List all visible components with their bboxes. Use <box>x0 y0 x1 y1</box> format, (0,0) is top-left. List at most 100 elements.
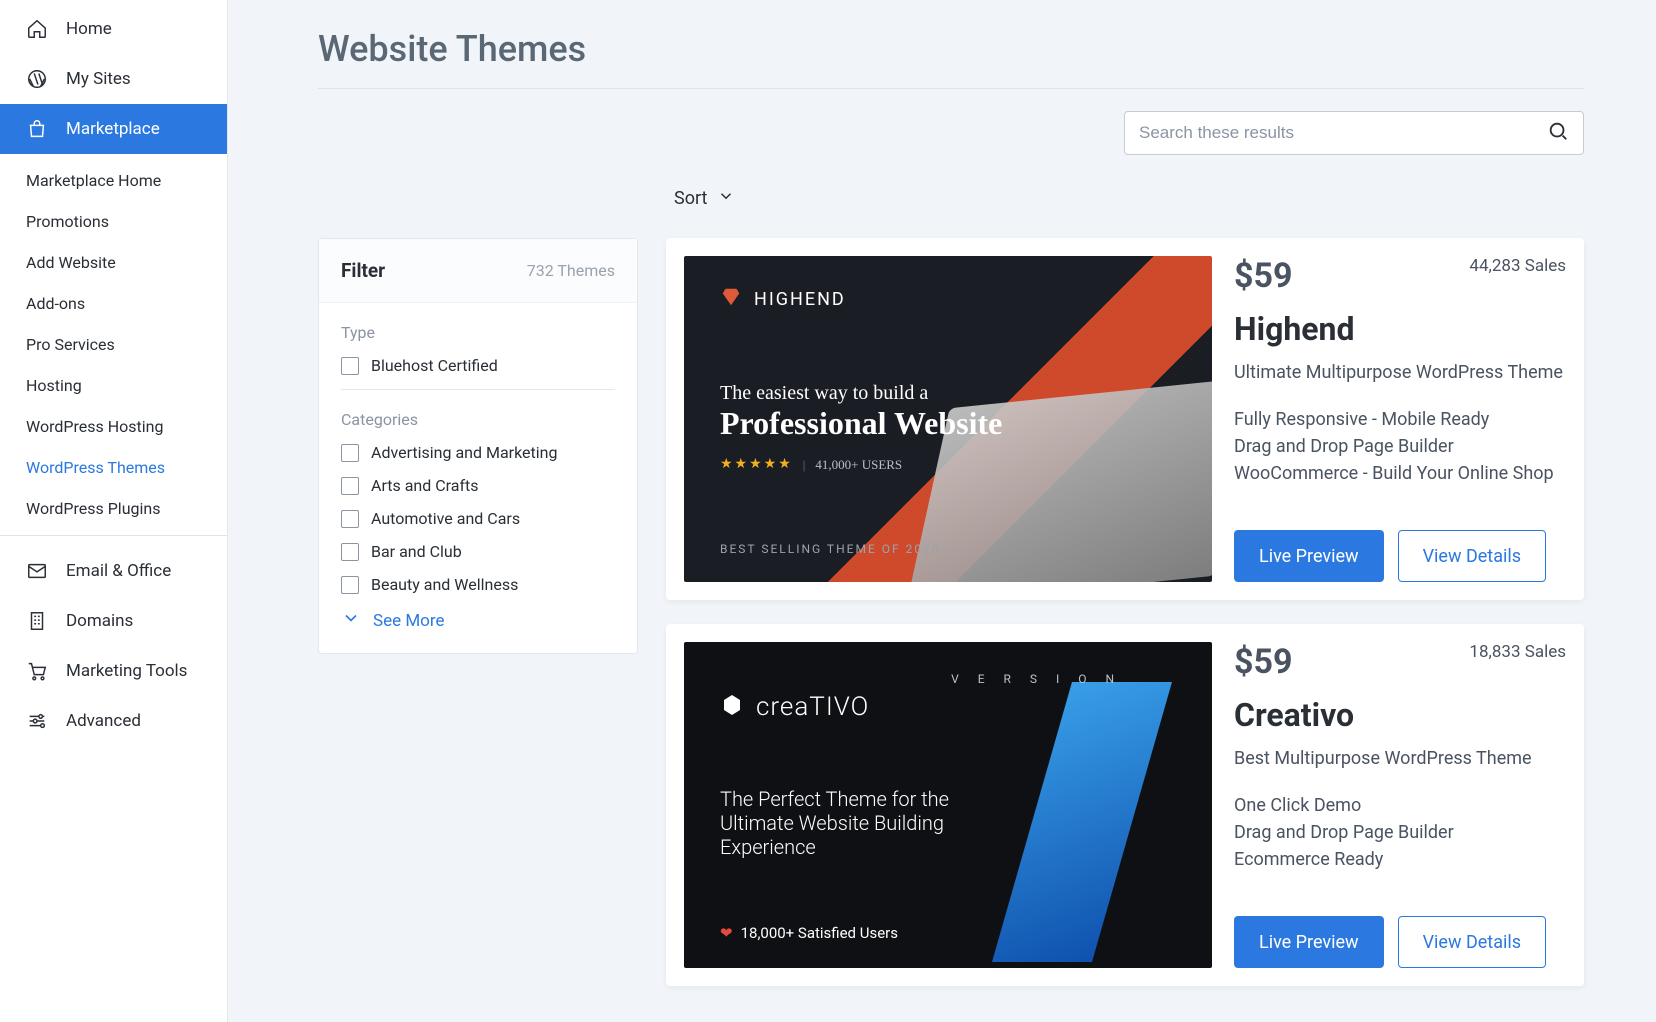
live-preview-button[interactable]: Live Preview <box>1234 916 1384 968</box>
gem-icon <box>720 286 742 313</box>
filter-count: 732 Themes <box>527 261 615 280</box>
filter-cat-advertising[interactable]: Advertising and Marketing <box>341 443 615 462</box>
thumb-sub: Experience <box>720 835 980 859</box>
filter-panel: Filter 732 Themes Type Bluehost Certifie… <box>318 238 638 654</box>
checkbox-icon <box>341 576 359 594</box>
sort-label: Sort <box>674 188 707 209</box>
sidebar-item-label: Home <box>66 19 112 39</box>
thumb-brand: creaTIVO <box>720 692 1182 722</box>
filter-option-label: Bluehost Certified <box>371 356 498 375</box>
feature-item: One Click Demo <box>1234 795 1566 816</box>
thumb-users-text: 18,000+ Satisfied Users <box>741 924 898 942</box>
feature-item: WooCommerce - Build Your Online Shop <box>1234 463 1566 484</box>
sliders-icon <box>26 710 48 732</box>
sidebar-item-label: My Sites <box>66 69 131 89</box>
view-details-button[interactable]: View Details <box>1398 916 1546 968</box>
checkbox-icon <box>341 444 359 462</box>
divider <box>0 535 227 536</box>
theme-sales: 44,283 Sales <box>1469 256 1566 276</box>
see-more-categories[interactable]: See More <box>341 608 615 633</box>
subnav-pro-services[interactable]: Pro Services <box>0 324 227 365</box>
theme-info: $59 44,283 Sales Highend Ultimate Multip… <box>1234 256 1566 582</box>
filter-option-label: Arts and Crafts <box>371 476 479 495</box>
filter-type-heading: Type <box>341 323 615 342</box>
marketplace-subnav: Marketplace Home Promotions Add Website … <box>0 154 227 546</box>
theme-tagline: Ultimate Multipurpose WordPress Theme <box>1234 362 1566 383</box>
sidebar-item-marketing[interactable]: Marketing Tools <box>0 646 227 696</box>
filter-header: Filter 732 Themes <box>319 239 637 303</box>
sidebar-item-advanced[interactable]: Advanced <box>0 696 227 746</box>
feature-item: Ecommerce Ready <box>1234 849 1566 870</box>
view-details-button[interactable]: View Details <box>1398 530 1546 582</box>
divider <box>341 389 615 390</box>
theme-price: $59 <box>1234 642 1293 682</box>
building-icon <box>26 610 48 632</box>
subnav-hosting[interactable]: Hosting <box>0 365 227 406</box>
filter-title: Filter <box>341 259 385 282</box>
chevron-down-icon <box>341 608 361 633</box>
thumb-headline: The Perfect Theme for the Ultimate Websi… <box>720 787 980 859</box>
filter-cat-automotive[interactable]: Automotive and Cars <box>341 509 615 528</box>
wordpress-icon <box>26 68 48 90</box>
thumb-sub: The easiest way to build a <box>720 382 1182 405</box>
feature-item: Fully Responsive - Mobile Ready <box>1234 409 1566 430</box>
home-icon <box>26 18 48 40</box>
search-box[interactable] <box>1124 111 1584 155</box>
filter-type-bluehost-certified[interactable]: Bluehost Certified <box>341 356 615 375</box>
subnav-wordpress-plugins[interactable]: WordPress Plugins <box>0 488 227 529</box>
subnav-wordpress-themes[interactable]: WordPress Themes <box>0 447 227 488</box>
cart-icon <box>26 660 48 682</box>
theme-name: Highend <box>1234 310 1566 348</box>
subnav-wordpress-hosting[interactable]: WordPress Hosting <box>0 406 227 447</box>
sidebar-item-my-sites[interactable]: My Sites <box>0 54 227 104</box>
bag-icon <box>26 118 48 140</box>
filter-cat-beauty[interactable]: Beauty and Wellness <box>341 575 615 594</box>
sidebar-item-marketplace[interactable]: Marketplace <box>0 104 227 154</box>
heart-icon: ❤ <box>720 924 733 942</box>
search-input[interactable] <box>1139 123 1547 143</box>
sidebar-item-domains[interactable]: Domains <box>0 596 227 646</box>
thumb-big: Professional Website <box>720 405 1182 442</box>
live-preview-button[interactable]: Live Preview <box>1234 530 1384 582</box>
feature-item: Drag and Drop Page Builder <box>1234 822 1566 843</box>
theme-price: $59 <box>1234 256 1293 296</box>
thumb-users: ❤ 18,000+ Satisfied Users <box>720 924 1182 942</box>
subnav-promotions[interactable]: Promotions <box>0 201 227 242</box>
theme-thumbnail[interactable]: V E R S I O N creaTIVO The Perfect Theme… <box>684 642 1212 968</box>
stars-icon: ★★★★★ <box>720 456 793 473</box>
filter-categories-heading: Categories <box>341 410 615 429</box>
sidebar: Home My Sites Marketplace Marketplace Ho… <box>0 0 228 1022</box>
search-icon[interactable] <box>1547 120 1569 146</box>
subnav-add-ons[interactable]: Add-ons <box>0 283 227 324</box>
sidebar-item-label: Domains <box>66 611 133 631</box>
theme-name: Creativo <box>1234 696 1566 734</box>
page-title: Website Themes <box>318 28 1584 89</box>
filter-cat-arts[interactable]: Arts and Crafts <box>341 476 615 495</box>
main-content: Website Themes Sort Filter 732 Themes Ty… <box>228 0 1656 1022</box>
thumb-users: 41,000+ USERS <box>815 457 902 473</box>
theme-card-creativo: V E R S I O N creaTIVO The Perfect Theme… <box>666 624 1584 986</box>
subnav-add-website[interactable]: Add Website <box>0 242 227 283</box>
theme-features: Fully Responsive - Mobile Ready Drag and… <box>1234 409 1566 490</box>
theme-info: $59 18,833 Sales Creativo Best Multipurp… <box>1234 642 1566 968</box>
search-row <box>318 111 1584 155</box>
filter-cat-bar[interactable]: Bar and Club <box>341 542 615 561</box>
checkbox-icon <box>341 477 359 495</box>
theme-thumbnail[interactable]: HIGHEND The easiest way to build a Profe… <box>684 256 1212 582</box>
thumb-sub: Ultimate Website Building <box>720 811 980 835</box>
checkbox-icon <box>341 357 359 375</box>
sidebar-item-home[interactable]: Home <box>0 4 227 54</box>
thumb-footnote: BEST SELLING THEME OF 2020 <box>720 542 1182 556</box>
theme-list: HIGHEND The easiest way to build a Profe… <box>666 238 1584 986</box>
theme-sales: 18,833 Sales <box>1469 642 1566 662</box>
thumb-headline: The easiest way to build a Professional … <box>720 382 1182 473</box>
sidebar-item-label: Advanced <box>66 711 141 731</box>
checkbox-icon <box>341 543 359 561</box>
sort-control[interactable]: Sort <box>318 187 1584 210</box>
sidebar-item-label: Marketing Tools <box>66 661 187 681</box>
thumb-brand-text: creaTIVO <box>756 692 869 722</box>
subnav-marketplace-home[interactable]: Marketplace Home <box>0 160 227 201</box>
thumb-sub: The Perfect Theme for the <box>720 787 980 811</box>
sidebar-item-email[interactable]: Email & Office <box>0 546 227 596</box>
theme-tagline: Best Multipurpose WordPress Theme <box>1234 748 1566 769</box>
